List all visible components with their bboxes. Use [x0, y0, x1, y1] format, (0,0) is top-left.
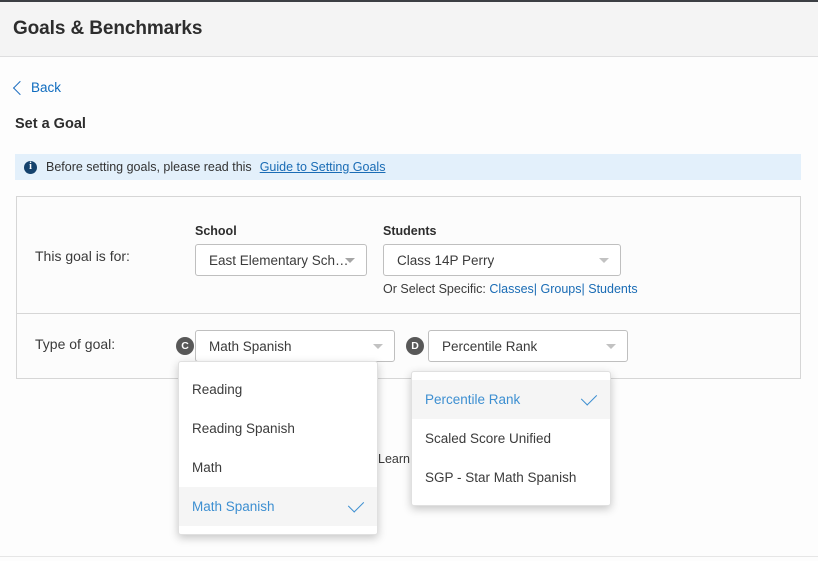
goal-type-menu-item[interactable]: Math	[179, 448, 377, 487]
metric-menu-item-label: Percentile Rank	[425, 392, 521, 407]
step-badge-d: D	[406, 337, 424, 355]
or-select-specific: Or Select Specific: Classes| Groups| Stu…	[383, 282, 638, 296]
goal-type-menu-item-label: Reading	[192, 382, 243, 397]
chevron-down-icon	[606, 344, 616, 349]
goal-type-select-value: Math Spanish	[209, 338, 292, 354]
chevron-left-icon	[12, 80, 28, 95]
select-classes-link[interactable]: Classes	[489, 282, 533, 296]
metric-select[interactable]: Percentile Rank	[428, 330, 628, 362]
goal-type-menu-item[interactable]: Reading	[179, 370, 377, 409]
goal-type-label: Type of goal:	[35, 336, 116, 352]
students-field-label: Students	[383, 224, 437, 238]
or-select-separator-2: |	[581, 282, 585, 296]
metric-menu-item[interactable]: Scaled Score Unified	[412, 419, 610, 458]
chevron-down-icon	[345, 258, 355, 263]
metric-menu-item[interactable]: SGP - Star Math Spanish	[412, 458, 610, 497]
step-badge-c: C	[176, 337, 194, 355]
guide-to-setting-goals-link[interactable]: Guide to Setting Goals	[260, 160, 386, 174]
page-title: Goals & Benchmarks	[13, 18, 203, 39]
select-groups-link[interactable]: Groups	[541, 282, 582, 296]
school-select-value: East Elementary Sch…	[209, 252, 349, 268]
goal-type-row: Type of goal: C Math Spanish D Percentil…	[17, 314, 800, 378]
check-icon	[580, 389, 598, 406]
goal-type-menu-item-label: Reading Spanish	[192, 421, 295, 436]
or-select-separator-1: |	[533, 282, 538, 296]
or-select-prefix: Or Select Specific:	[383, 282, 486, 296]
students-select[interactable]: Class 14P Perry	[383, 244, 621, 276]
goal-type-menu-item[interactable]: Reading Spanish	[179, 409, 377, 448]
metric-dropdown-menu[interactable]: Percentile Rank Scaled Score Unified SGP -…	[411, 371, 611, 506]
back-link-label: Back	[31, 80, 62, 95]
metric-menu-item-label: Scaled Score Unified	[425, 431, 552, 446]
info-banner: i Before setting goals, please read this…	[15, 154, 801, 180]
goal-type-menu-item[interactable]: Math Spanish	[179, 487, 377, 526]
goal-type-select[interactable]: Math Spanish	[195, 330, 395, 362]
metric-menu-item[interactable]: Percentile Rank	[412, 380, 610, 419]
school-field-label: School	[195, 224, 237, 238]
info-banner-text: Before setting goals, please read this	[46, 160, 252, 174]
learn-more-text: Learn	[378, 452, 410, 466]
set-a-goal-heading: Set a Goal	[15, 116, 86, 132]
students-select-value: Class 14P Perry	[397, 252, 495, 268]
page-header: Goals & Benchmarks	[0, 2, 818, 57]
goal-type-menu-item-label: Math	[192, 460, 223, 475]
school-select[interactable]: East Elementary Sch…	[195, 244, 367, 276]
set-a-goal-form-panel: This goal is for: School East Elementary…	[16, 196, 801, 379]
goal-type-menu-item-label: Math Spanish	[192, 499, 275, 514]
chevron-down-icon	[373, 344, 383, 349]
info-circle-icon: i	[24, 160, 37, 174]
metric-menu-item-label: SGP - Star Math Spanish	[425, 470, 577, 485]
bottom-divider	[0, 556, 818, 557]
check-icon	[347, 496, 365, 513]
select-students-link[interactable]: Students	[588, 282, 637, 296]
metric-select-value: Percentile Rank	[442, 338, 538, 354]
back-link[interactable]: Back	[12, 80, 62, 95]
chevron-down-icon	[599, 258, 609, 263]
goal-type-dropdown-menu[interactable]: Reading Reading Spanish Math Math Spanish	[178, 361, 378, 535]
goal-for-row: This goal is for: School East Elementary…	[17, 197, 800, 314]
goal-for-label: This goal is for:	[35, 248, 130, 264]
